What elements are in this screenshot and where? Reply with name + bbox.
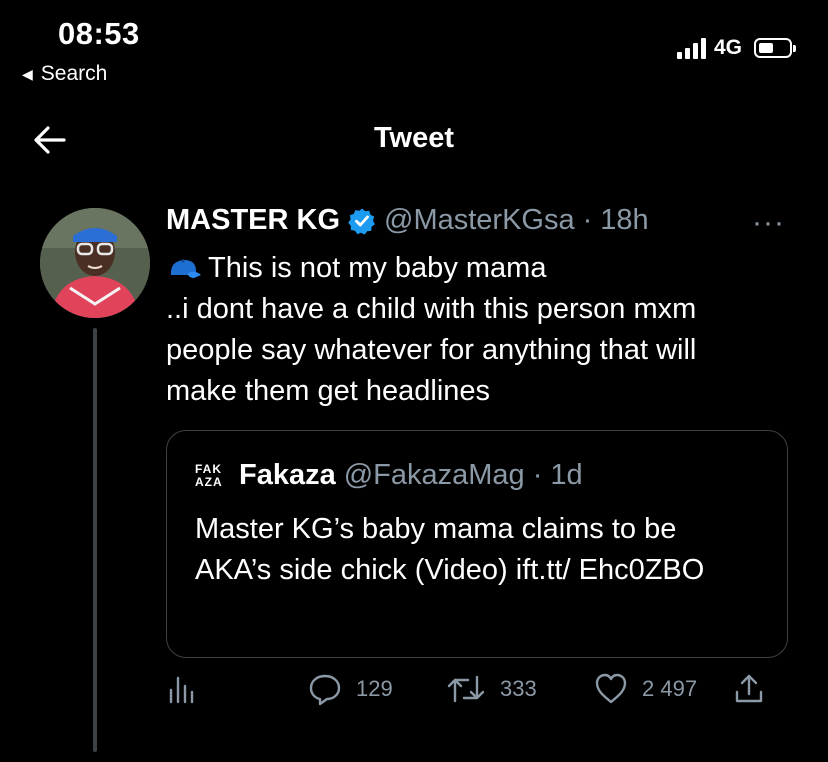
status-time: 08:53 (58, 16, 140, 51)
cellular-signal-icon (676, 37, 706, 59)
author-name[interactable]: MASTER KG (166, 204, 340, 237)
heart-icon (594, 672, 628, 706)
reply-count: 129 (356, 676, 393, 701)
tweet-text: This is not my baby mama ..i dont have a… (166, 252, 697, 407)
fakaza-logo: FAK AZA (195, 461, 223, 489)
battery-icon (754, 38, 796, 58)
back-to-app-link[interactable]: ◀ Search (22, 62, 107, 86)
page-title: Tweet (373, 122, 455, 154)
more-options-icon[interactable]: ··· (752, 206, 785, 240)
quoted-tweet-text: Master KG’s baby mama claims to be AKA’s… (195, 513, 705, 586)
reply-icon (308, 672, 342, 706)
avatar[interactable] (40, 208, 150, 318)
thread-line (93, 328, 97, 752)
like-button[interactable]: 2 497 (594, 672, 697, 706)
retweet-count: 333 (500, 676, 537, 701)
back-triangle-icon: ◀ (22, 65, 33, 82)
status-indicators: 4G (676, 36, 796, 60)
tweet-text-block: This is not my baby mama ..i dont have a… (166, 248, 806, 412)
share-icon (734, 672, 764, 706)
quoted-tweet-card[interactable]: FAK AZA Fakaza @FakazaMag · 1d Master KG’… (166, 430, 788, 658)
tweet-timestamp[interactable]: 18h (600, 204, 648, 237)
quoted-author-handle: @FakazaMag (343, 459, 525, 491)
author-handle[interactable]: @MasterKGsa (384, 204, 575, 237)
separator-dot: · (582, 204, 593, 236)
billed-cap-emoji-icon (166, 250, 202, 278)
tweet-action-bar: 129 333 2 497 (166, 672, 776, 716)
quoted-timestamp: 1d (550, 459, 583, 491)
back-app-label: Search (40, 62, 108, 85)
network-type: 4G (713, 36, 742, 59)
like-count: 2 497 (642, 676, 698, 701)
analytics-button[interactable] (168, 672, 198, 706)
share-button[interactable] (734, 672, 764, 706)
tweet-detail-screen: 08:53 ◀ Search 4G Tweet MASTER KG @Maste… (0, 0, 828, 762)
analytics-icon (168, 672, 198, 706)
retweet-icon (446, 672, 486, 706)
quoted-separator-dot: · (532, 459, 543, 491)
quoted-author-name: Fakaza (239, 459, 336, 491)
retweet-button[interactable]: 333 (446, 672, 537, 706)
reply-button[interactable]: 129 (308, 672, 393, 706)
tweet-header: MASTER KG @MasterKGsa · 18h (166, 204, 649, 237)
verified-badge-icon (348, 207, 376, 235)
quoted-tweet-header: FAK AZA Fakaza @FakazaMag · 1d (195, 459, 583, 492)
